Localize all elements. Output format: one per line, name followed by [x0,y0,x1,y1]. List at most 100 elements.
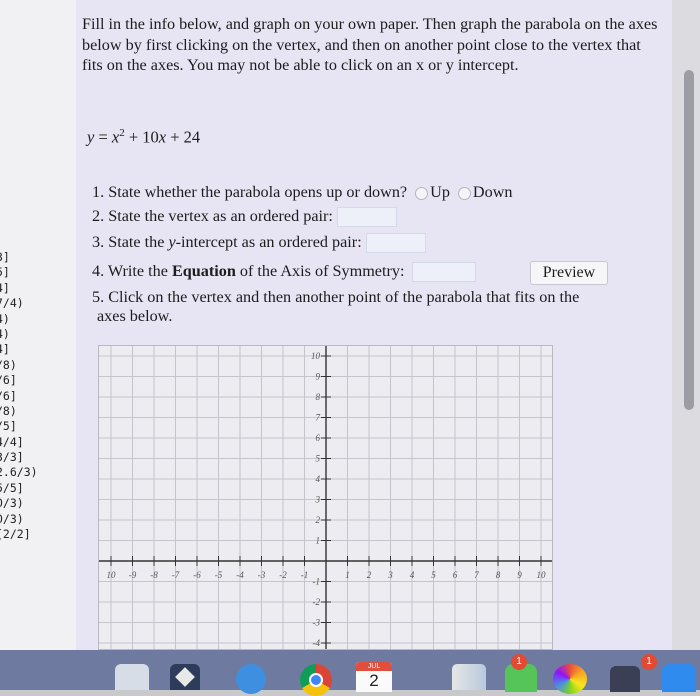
graph-canvas[interactable]: 10 -9 -8 -7 -6 -5 -4 -3 -2 -1 1 2 3 4 5 6 7 8 9 10 10 9 8 7 6 5 4 3… [98,345,553,650]
score-entry[interactable]: 5] [0,265,76,280]
x-tick-label: 6 [453,570,458,580]
x-tick-label: -2 [279,570,287,580]
score-entry[interactable]: 4) [0,327,76,342]
radio-up[interactable] [415,186,429,200]
x-tick-label: 9 [517,570,522,580]
chrome-icon[interactable] [300,664,332,696]
notification-badge-b: 1 [641,654,657,670]
radio-up-label[interactable]: Up [430,183,450,201]
y-tick-label: -1 [313,577,321,587]
calendar-month: JUL [356,662,392,671]
x-tick-label: 3 [387,570,393,580]
app-icon-dark[interactable] [610,666,640,692]
x-tick-label: -4 [236,570,244,580]
x-tick-label: 10 [537,570,547,580]
y-tick-label: -3 [313,618,321,628]
photos-icon[interactable] [170,664,200,690]
score-entry[interactable]: /6] [0,389,76,404]
parabola-equation: y = x2 + 10x + 24 [87,127,200,148]
question-5-line-2: axes below. [97,307,173,325]
axis-of-symmetry-input[interactable] [412,262,477,283]
question-3-text-pre: 3. State the [92,233,169,251]
question-4: 4. Write the Equation of the Axis of Sym… [92,262,477,283]
equation-term-a: + 10 [124,127,159,147]
y-tick-label: -4 [313,638,321,648]
x-tick-label: -1 [301,570,309,580]
y-tick-label: 4 [316,474,321,484]
question-4-bold: Equation [171,262,236,280]
scrollbar[interactable] [672,0,700,650]
question-5-line-1: 5. Click on the vertex and then another … [92,288,580,306]
question-3-text-post: -intercept as an ordered pair: [175,233,362,251]
x-tick-label: 1 [345,570,350,580]
x-tick-label: 8 [496,570,501,580]
y-tick-label: -2 [313,597,321,607]
y-tick-label: 7 [316,413,321,423]
score-entry[interactable]: 0/3) [0,496,76,511]
launchpad-icon[interactable] [115,664,149,690]
x-tick-label: -7 [172,570,180,580]
score-entry[interactable]: 0/3) [0,512,76,527]
score-entry[interactable]: 4] [0,342,76,357]
coordinate-plane[interactable]: 10 -9 -8 -7 -6 -5 -4 -3 -2 -1 1 2 3 4 5 6 7 8 9 10 10 9 8 7 6 5 4 3… [99,346,553,650]
score-entry[interactable]: 4) [0,312,76,327]
equation-equals: = [94,127,112,147]
question-3: 3. State the y-intercept as an ordered p… [92,233,426,254]
x-tick-label: -8 [150,570,158,580]
preview-button[interactable]: Preview [530,261,608,285]
question-2: 2. State the vertex as an ordered pair: [92,207,397,228]
y-tick-label: 8 [316,392,321,402]
app-store-icon[interactable] [662,664,696,692]
question-1-text: 1. State whether the parabola opens up o… [92,183,408,201]
axes [99,346,552,649]
question-4-text-post: of the Axis of Symmetry: [235,262,405,280]
score-entry[interactable]: 7/4) [0,296,76,311]
y-tick-label: 10 [311,351,321,361]
radio-down-label[interactable]: Down [473,183,513,201]
score-entry[interactable]: /5] [0,419,76,434]
y-tick-label: 3 [315,495,321,505]
y-tick-label: 9 [316,372,321,382]
x-tick-label: 10 [107,570,117,580]
x-tick-label: 7 [474,570,479,580]
mail-icon[interactable] [452,664,486,690]
y-tick-label: 1 [316,536,321,546]
question-1: 1. State whether the parabola opens up o… [92,183,513,202]
calendar-icon[interactable]: JUL 2 [356,662,392,692]
x-tick-label: 5 [431,570,436,580]
y-tick-label: 2 [316,515,321,525]
equation-term-b: + 24 [166,127,201,147]
calendar-day: 2 [369,671,379,690]
question-4-text-pre: 4. Write the [92,262,172,280]
x-tick-label: -3 [258,570,266,580]
score-entry[interactable]: 5/5] [0,481,76,496]
x-tick-label: -5 [215,570,223,580]
score-entry[interactable]: /8) [0,404,76,419]
score-entry[interactable]: 4] [0,281,76,296]
score-entry[interactable]: 3/3] [0,450,76,465]
equation-x-2: x [158,127,167,147]
instructions-text: Fill in the info below, and graph on you… [82,15,658,74]
notification-badge-a: 1 [511,654,527,670]
x-tick-label: -9 [129,570,137,580]
score-entry[interactable]: 2.6/3) [0,465,76,480]
score-list: 3]5]4]7/4)4)4)4]/8)/6]/6]/8)/5]4/4]3/3]2… [0,250,76,542]
x-tick-label: 2 [367,570,372,580]
y-intercept-input[interactable] [365,233,426,254]
taskbar: JUL 2 1 1 [0,650,700,696]
y-tick-label: 6 [316,433,321,443]
score-entry[interactable]: /8) [0,358,76,373]
score-entry[interactable]: 4/4] [0,435,76,450]
y-tick-label: 5 [316,454,321,464]
score-entry[interactable]: /6] [0,373,76,388]
score-entry[interactable]: [2/2] [0,527,76,542]
vertex-input[interactable] [336,207,397,228]
scrollbar-thumb[interactable] [684,70,694,410]
assignment-score-sidebar: 3]5]4]7/4)4)4)4]/8)/6]/6]/8)/5]4/4]3/3]2… [0,0,76,650]
question-2-text: 2. State the vertex as an ordered pair: [92,207,333,225]
radio-down[interactable] [457,186,471,200]
x-tick-label: -6 [193,570,201,580]
x-tick-label: 4 [410,570,415,580]
score-entry[interactable]: 3] [0,250,76,265]
question-3-var: y [168,233,176,251]
